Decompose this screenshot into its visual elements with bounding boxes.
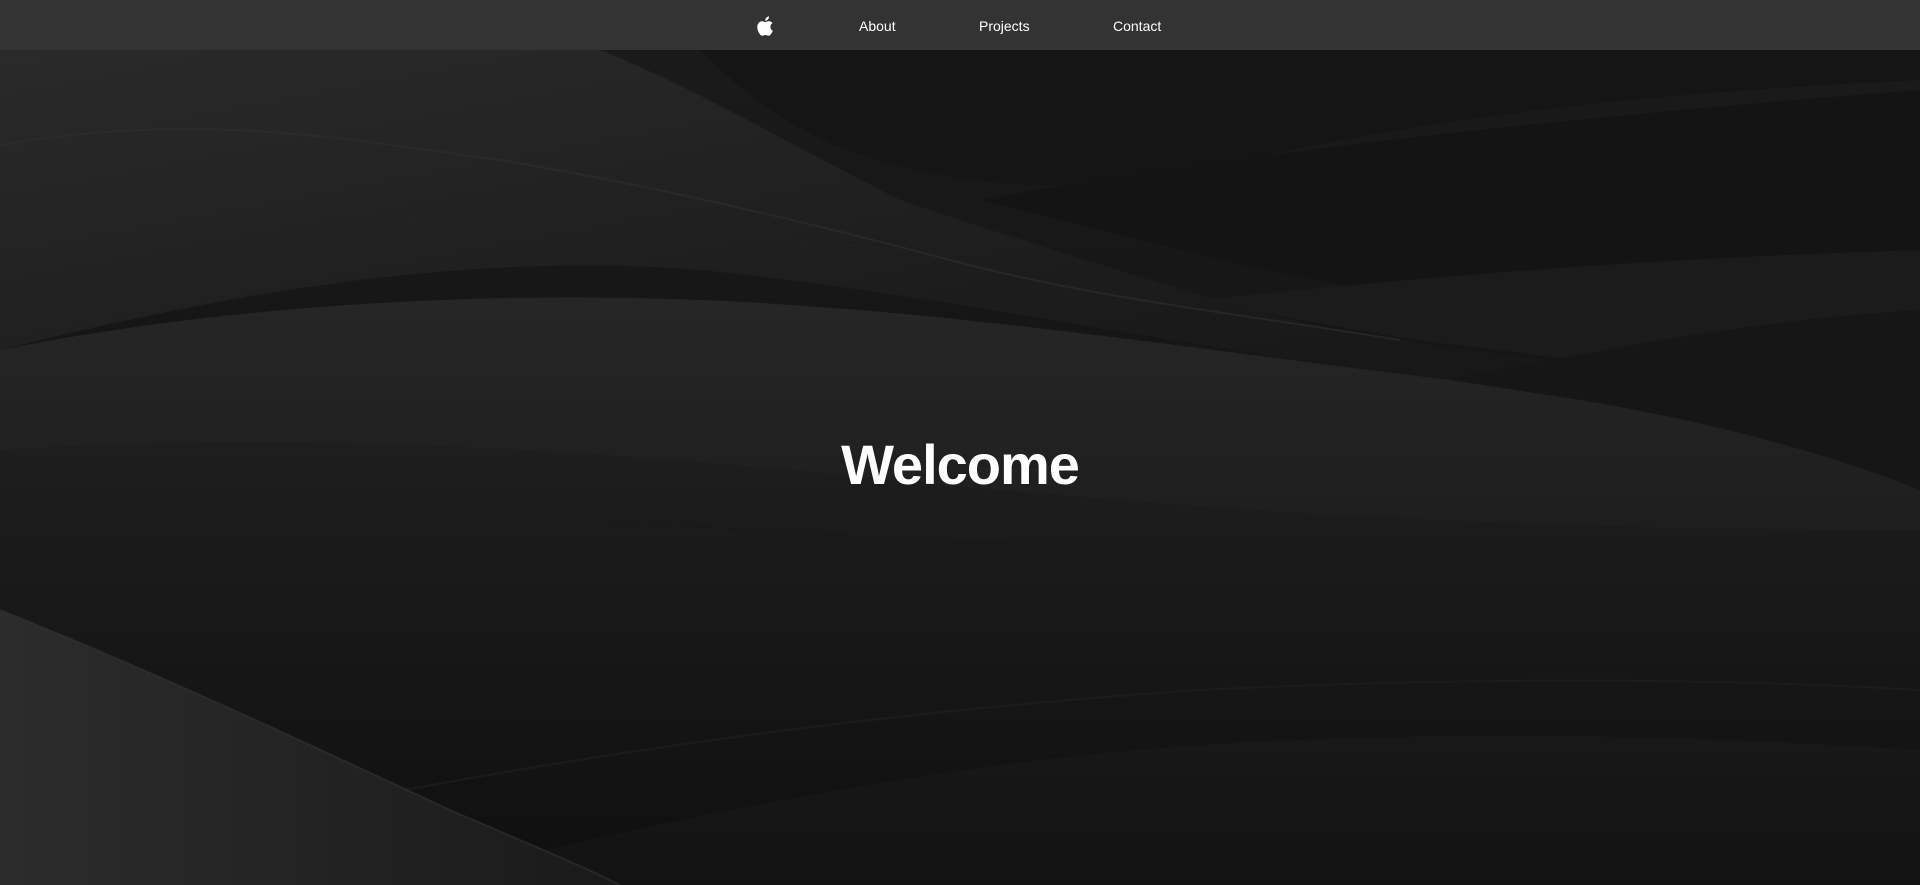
nav-link-projects[interactable]: Projects <box>979 17 1030 35</box>
top-navbar: About Projects Contact <box>0 0 1920 50</box>
apple-logo-icon[interactable] <box>755 14 777 38</box>
hero-title: Welcome <box>841 433 1080 496</box>
page: About Projects Contact Welcome <box>0 0 1920 885</box>
hero-section: Welcome <box>0 50 1920 885</box>
nav-link-about[interactable]: About <box>859 17 896 35</box>
apple-logo-glyph <box>757 16 773 36</box>
nav-link-contact[interactable]: Contact <box>1113 17 1161 35</box>
